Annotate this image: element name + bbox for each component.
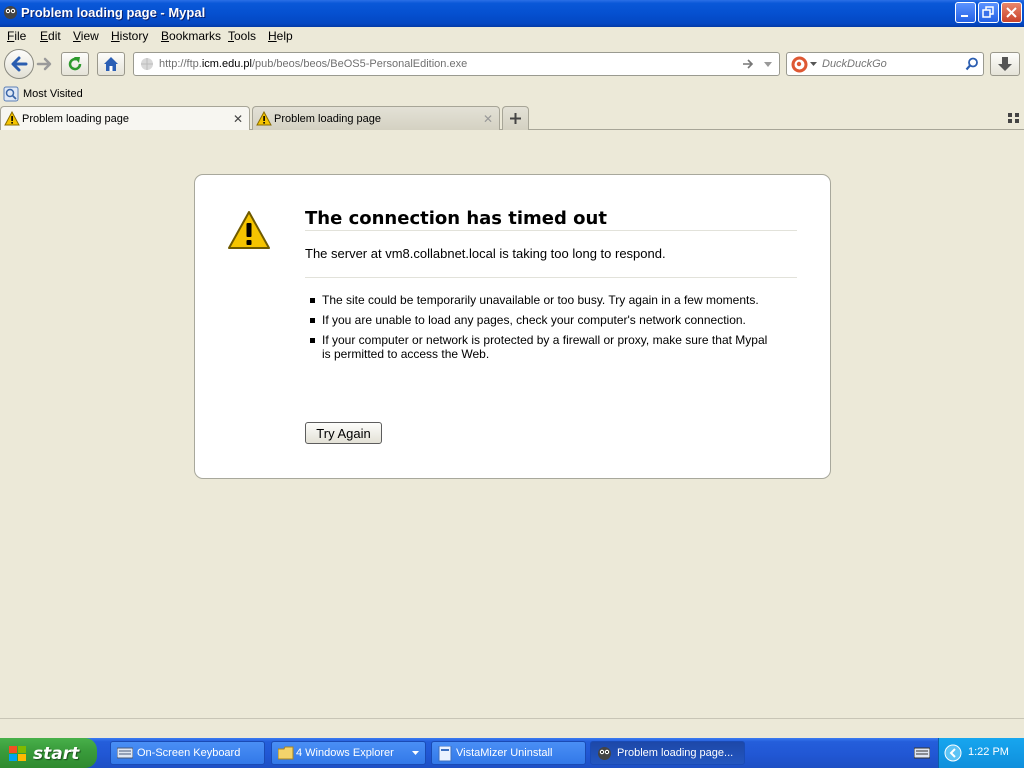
tab-problem-loading-active[interactable]: Problem loading page ✕	[0, 106, 250, 131]
suggestion-item: If you are unable to load any pages, che…	[305, 313, 775, 327]
taskbar-item-problem-loading-page[interactable]: Problem loading page...	[590, 741, 745, 765]
url-prefix: http://ftp.	[159, 58, 202, 70]
warning-icon	[4, 111, 20, 126]
engine-dropdown-icon[interactable]	[810, 62, 817, 67]
menu-help[interactable]: Help	[268, 29, 293, 43]
window-titlebar: Problem loading page - Mypal	[0, 0, 1024, 27]
menu-bookmarks[interactable]: Bookmarks	[161, 29, 221, 43]
start-button[interactable]: start	[0, 738, 97, 768]
suggestion-text: The site could be temporarily unavailabl…	[322, 293, 759, 307]
try-again-button[interactable]: Try Again	[305, 422, 382, 444]
taskbar-item-vistamizer-uninstall[interactable]: VistaMizer Uninstall	[431, 741, 586, 765]
clock[interactable]: 1:22 PM	[968, 746, 1009, 758]
history-dropdown-icon[interactable]	[761, 57, 775, 71]
home-button[interactable]	[97, 52, 125, 76]
url-text: http://ftp.icm.edu.pl/pub/beos/beos/BeOS…	[159, 58, 467, 70]
back-button[interactable]	[4, 49, 34, 79]
document-icon	[438, 746, 452, 762]
duckduckgo-icon[interactable]	[791, 56, 808, 73]
search-input[interactable]	[822, 56, 962, 72]
navigation-toolbar: http://ftp.icm.edu.pl/pub/beos/beos/BeOS…	[0, 46, 1024, 83]
menu-edit[interactable]: Edit	[40, 29, 61, 43]
globe-icon	[141, 58, 153, 70]
taskbar-item-windows-explorer[interactable]: 4 Windows Explorer	[271, 741, 426, 765]
suggestion-item: If your computer or network is protected…	[305, 333, 775, 361]
url-domain: icm.edu.pl	[201, 58, 252, 70]
suggestion-item: The site could be temporarily unavailabl…	[305, 293, 775, 307]
taskbar-item-label: 4 Windows Explorer	[296, 747, 394, 759]
back-arrow-icon	[11, 56, 28, 72]
large-warning-icon	[228, 211, 270, 249]
language-bar-keyboard-icon[interactable]	[914, 747, 930, 759]
mypal-icon	[4, 6, 17, 19]
menu-tools[interactable]: Tools	[228, 29, 256, 43]
suggestion-text: If you are unable to load any pages, che…	[322, 313, 746, 327]
warning-icon	[256, 111, 272, 126]
bullet-icon	[310, 338, 315, 343]
restore-button[interactable]	[978, 2, 999, 23]
menu-history[interactable]: History	[111, 29, 148, 43]
taskbar-item-on-screen-keyboard[interactable]: On-Screen Keyboard	[110, 741, 265, 765]
go-arrow-icon[interactable]	[741, 57, 755, 71]
error-panel: The connection has timed out The server …	[194, 174, 831, 479]
error-description: The server at vm8.collabnet.local is tak…	[305, 246, 666, 261]
error-suggestions-list: The site could be temporarily unavailabl…	[305, 293, 775, 367]
tab-strip: Problem loading page ✕ Problem loading p…	[0, 105, 1024, 131]
close-icon	[1006, 7, 1017, 18]
restore-icon	[982, 6, 994, 18]
most-visited-icon	[3, 86, 19, 102]
taskbar-item-label: On-Screen Keyboard	[137, 747, 241, 759]
bullet-icon	[310, 298, 315, 303]
menu-bar: File Edit View History Bookmarks Tools H…	[0, 27, 1024, 46]
plus-icon	[510, 113, 521, 124]
taskbar-item-label: VistaMizer Uninstall	[456, 747, 553, 759]
tab-close-icon[interactable]: ✕	[483, 112, 493, 126]
suggestion-text: If your computer or network is protected…	[322, 333, 768, 361]
reload-icon	[68, 57, 82, 71]
group-dropdown-icon	[412, 751, 419, 755]
error-title: The connection has timed out	[305, 208, 607, 229]
tab-problem-loading-inactive[interactable]: Problem loading page ✕	[252, 106, 500, 130]
search-bar[interactable]	[786, 52, 984, 76]
windows-logo-icon	[9, 746, 26, 761]
tab-close-icon[interactable]: ✕	[233, 112, 243, 126]
status-bar	[0, 718, 1024, 739]
title-divider	[305, 230, 797, 231]
taskbar: start On-Screen Keyboard 4 Windows Explo…	[0, 738, 1024, 768]
new-tab-button[interactable]	[502, 106, 529, 130]
page-content: The connection has timed out The server …	[0, 130, 1024, 718]
window-title: Problem loading page - Mypal	[21, 5, 206, 20]
tab-label: Problem loading page	[274, 113, 382, 125]
minimize-icon	[961, 15, 968, 17]
tab-label: Problem loading page	[22, 113, 130, 125]
menu-file[interactable]: File	[7, 29, 26, 43]
mypal-icon	[598, 747, 611, 760]
close-window-button[interactable]	[1001, 2, 1022, 23]
forward-arrow-icon[interactable]	[35, 56, 53, 72]
keyboard-icon	[117, 747, 133, 759]
downloads-button[interactable]	[990, 52, 1020, 76]
system-tray: 1:22 PM	[938, 738, 1024, 768]
reload-button[interactable]	[61, 52, 89, 76]
download-arrow-icon	[998, 57, 1012, 71]
description-divider	[305, 277, 797, 278]
show-hidden-icons-chevron-icon[interactable]	[944, 744, 962, 762]
url-bar[interactable]: http://ftp.icm.edu.pl/pub/beos/beos/BeOS…	[133, 52, 780, 76]
bullet-icon	[310, 318, 315, 323]
most-visited-link[interactable]: Most Visited	[23, 88, 83, 100]
folder-icon	[278, 746, 294, 760]
minimize-button[interactable]	[955, 2, 976, 23]
tab-list-icon[interactable]	[1008, 113, 1020, 123]
menu-view[interactable]: View	[73, 29, 99, 43]
taskbar-item-label: Problem loading page...	[617, 747, 734, 759]
start-label: start	[33, 744, 80, 764]
home-icon	[104, 57, 118, 71]
url-path: /pub/beos/beos/BeOS5-PersonalEdition.exe	[251, 58, 468, 70]
search-icon[interactable]	[965, 57, 979, 71]
bookmarks-toolbar: Most Visited	[0, 84, 1024, 105]
